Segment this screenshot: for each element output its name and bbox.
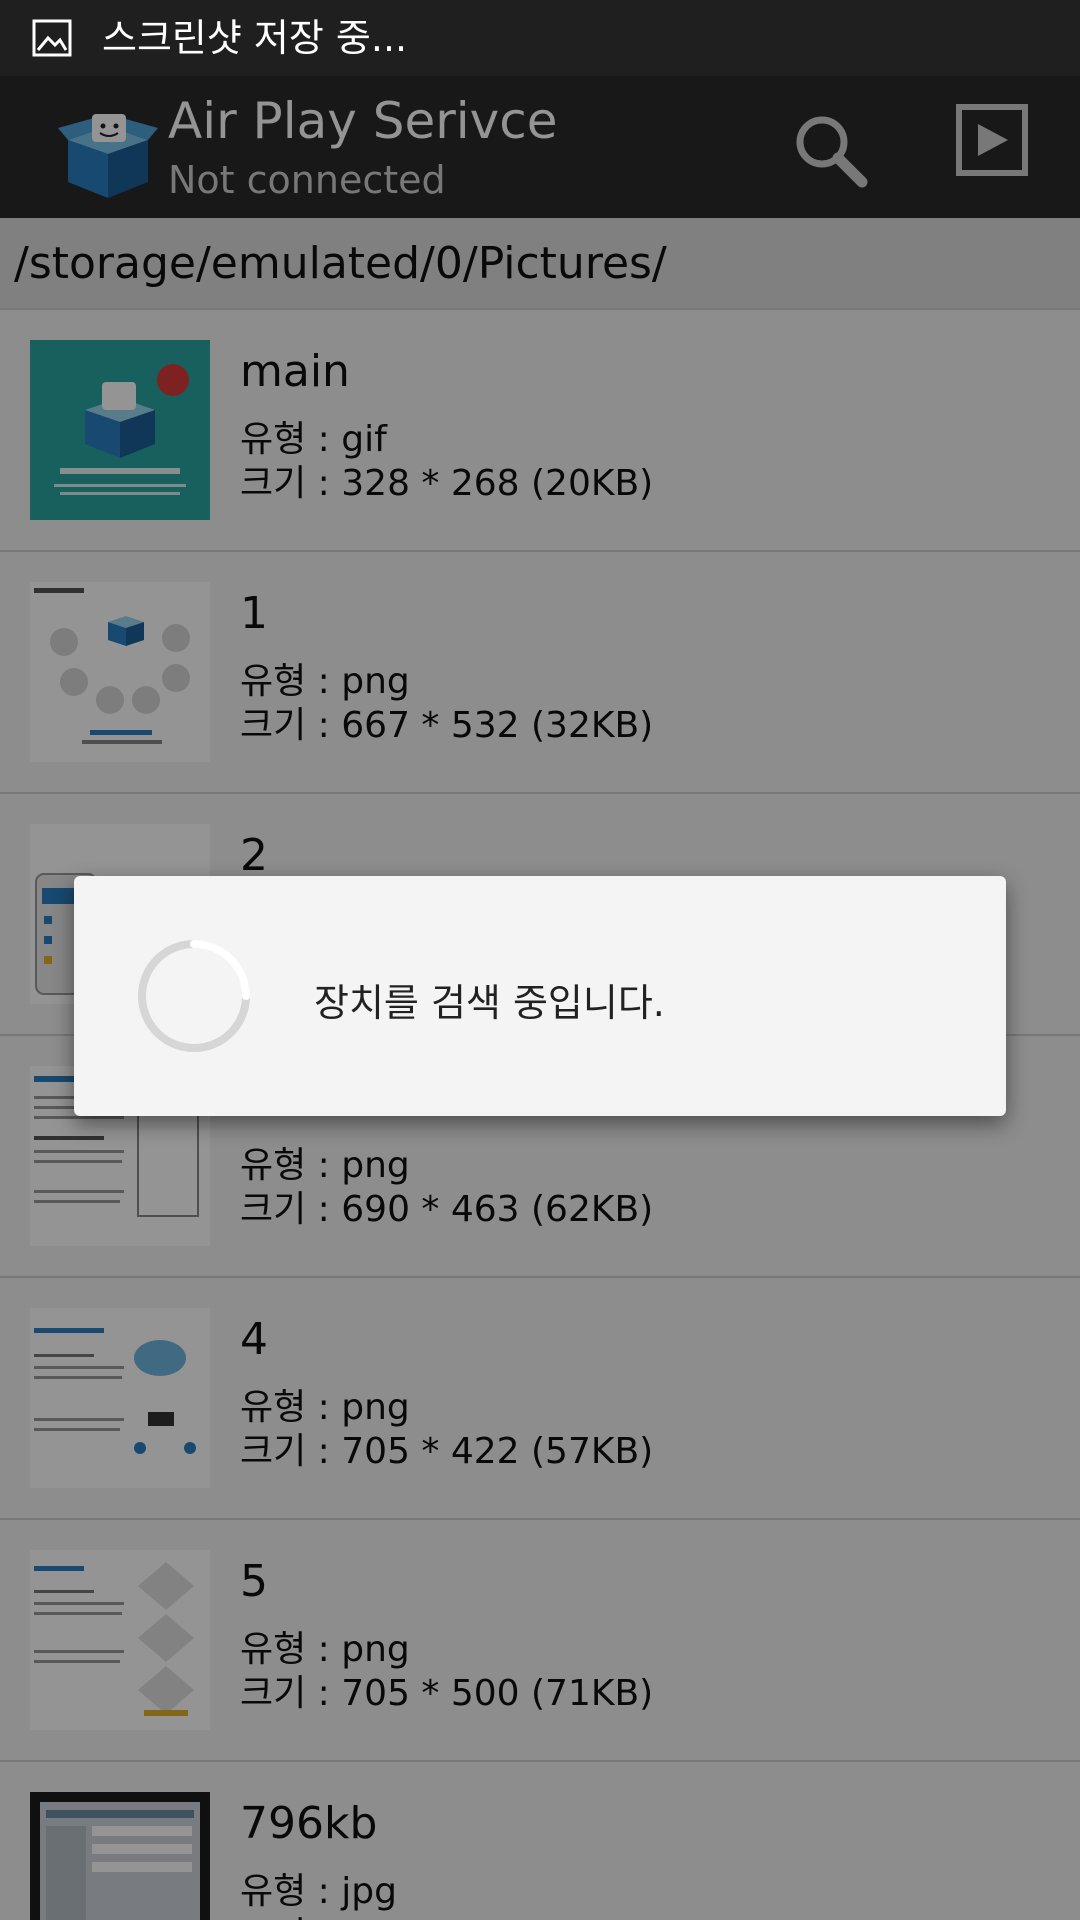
image-icon — [32, 19, 72, 57]
status-notification-text: 스크린샷 저장 중... — [102, 16, 408, 60]
status-bar: 스크린샷 저장 중... — [0, 0, 1080, 76]
progress-dialog: 장치를 검색 중입니다. — [74, 876, 1006, 1116]
dialog-message: 장치를 검색 중입니다. — [314, 981, 665, 1025]
loading-spinner-icon — [138, 940, 250, 1052]
